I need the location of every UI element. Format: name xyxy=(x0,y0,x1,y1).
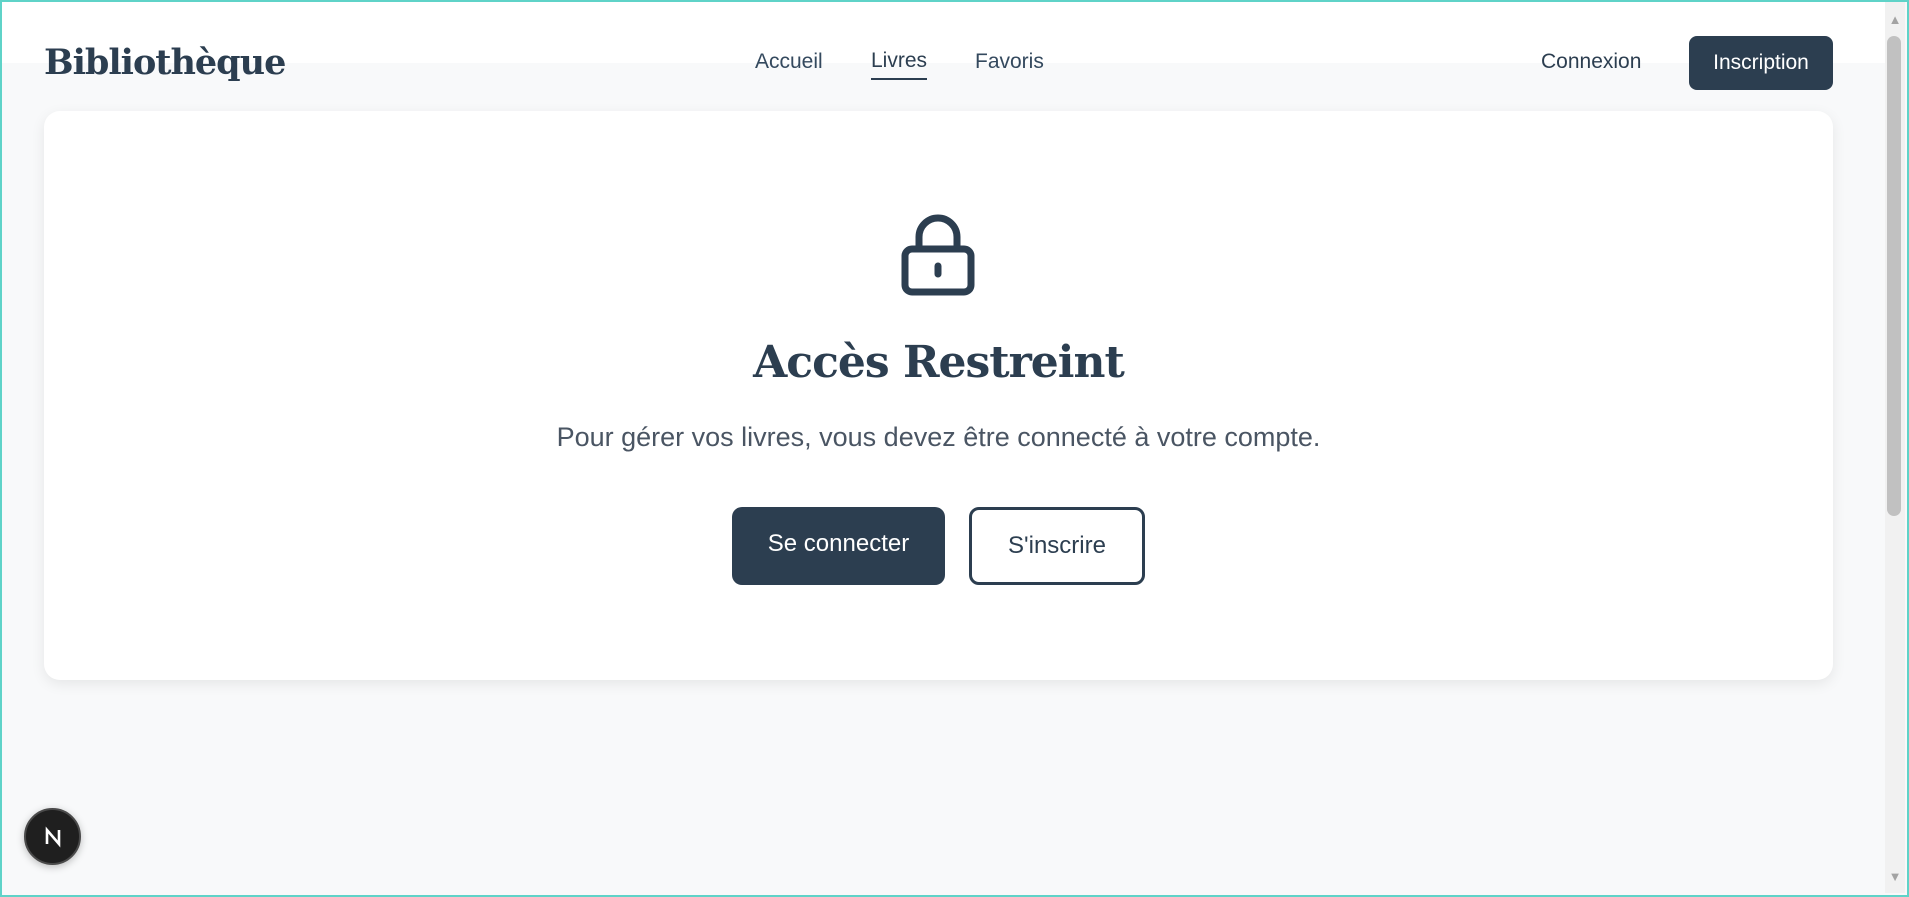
lock-icon xyxy=(898,212,978,303)
scrollbar-thumb[interactable] xyxy=(1887,36,1901,516)
page-title: Accès Restreint xyxy=(753,337,1125,388)
restricted-message: Pour gérer vos livres, vous devez être c… xyxy=(556,422,1321,452)
restricted-access-card xyxy=(44,111,1833,680)
login-button[interactable]: Se connecter xyxy=(732,507,945,585)
scroll-down-arrow-icon[interactable]: ▼ xyxy=(1885,869,1905,885)
nav-link-livres[interactable]: Livres xyxy=(871,47,928,80)
nav-link-accueil[interactable]: Accueil xyxy=(755,48,823,76)
header-login-link[interactable]: Connexion xyxy=(1541,48,1641,76)
scroll-up-arrow-icon[interactable]: ▲ xyxy=(1885,12,1905,28)
signup-button[interactable]: S'inscrire xyxy=(969,507,1145,585)
header-signup-button[interactable]: Inscription xyxy=(1689,36,1833,90)
nextjs-dev-badge[interactable] xyxy=(24,808,81,865)
nextjs-icon xyxy=(45,825,60,848)
site-logo[interactable]: Bibliothèque xyxy=(44,41,286,85)
nav-link-favoris[interactable]: Favoris xyxy=(975,48,1044,76)
